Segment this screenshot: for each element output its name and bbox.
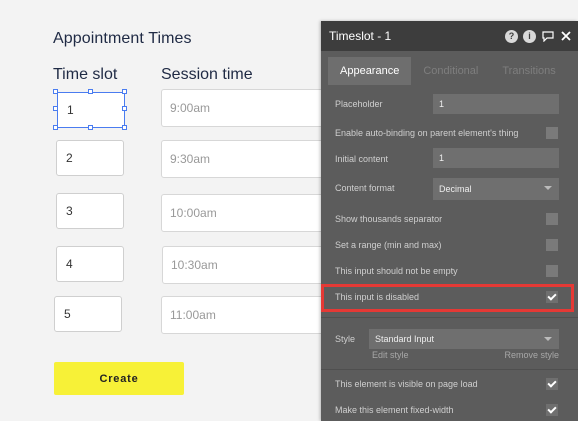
panel-tabs: Appearance Conditional Transitions (321, 51, 578, 85)
not-empty-checkbox[interactable] (546, 265, 558, 277)
comment-icon[interactable] (541, 30, 554, 43)
tab-conditional[interactable]: Conditional (411, 57, 490, 85)
thousands-label: Show thousands separator (335, 214, 443, 224)
not-empty-label: This input should not be empty (335, 266, 458, 276)
panel-header-icons: ? i (505, 29, 578, 43)
page-heading: Appointment Times (53, 30, 192, 47)
fixed-width-label: Make this element fixed-width (335, 405, 454, 415)
initial-content-value: 1 (439, 153, 445, 163)
session-time-value: 10:00am (170, 206, 217, 220)
tab-transitions[interactable]: Transitions (490, 57, 567, 85)
resize-handle-top-left[interactable] (53, 89, 58, 94)
time-slot-column-label: Time slot (53, 66, 118, 83)
resize-handle-bottom[interactable] (88, 125, 93, 130)
resize-handle-bottom-right[interactable] (122, 125, 127, 130)
close-icon[interactable] (559, 30, 572, 43)
autobinding-label: Enable auto-binding on parent element's … (335, 128, 519, 138)
resize-handle-top-right[interactable] (122, 89, 127, 94)
tab-appearance[interactable]: Appearance (328, 57, 412, 85)
timeslot-value: 3 (66, 204, 73, 218)
resize-handle-left[interactable] (53, 106, 58, 111)
range-checkbox[interactable] (546, 239, 558, 251)
autobinding-row: Enable auto-binding on parent element's … (321, 120, 578, 146)
section-divider (321, 369, 578, 370)
timeslot-input-2[interactable]: 2 (56, 140, 124, 176)
help-icon[interactable]: ? (505, 29, 518, 43)
resize-handle-top[interactable] (88, 89, 93, 94)
style-row: Style Standard Input (321, 327, 578, 351)
initial-content-input[interactable]: 1 (433, 148, 559, 168)
style-value: Standard Input (375, 334, 435, 344)
visible-on-load-label: This element is visible on page load (335, 379, 478, 389)
session-time-input-3[interactable]: 10:00am (161, 194, 331, 232)
session-time-value: 10:30am (171, 258, 218, 272)
panel-title: Timeslot - 1 (329, 29, 392, 43)
property-editor-panel: Timeslot - 1 ? i Appearance Conditional … (321, 21, 578, 421)
range-row: Set a range (min and max) (321, 232, 578, 258)
timeslot-value: 5 (64, 307, 71, 321)
session-time-column-label: Session time (161, 66, 253, 83)
content-format-value: Decimal (439, 184, 472, 194)
timeslot-value: 2 (66, 151, 73, 165)
checkmark-icon (547, 377, 557, 388)
fixed-width-checkbox[interactable] (546, 403, 558, 416)
placeholder-input[interactable]: 1 (433, 94, 559, 114)
create-button[interactable]: Create (54, 362, 184, 395)
session-time-input-4[interactable]: 10:30am (162, 246, 332, 284)
placeholder-row: Placeholder 1 (321, 91, 578, 117)
resize-handle-bottom-left[interactable] (53, 125, 58, 130)
session-time-input-1[interactable]: 9:00am (161, 89, 331, 127)
resize-handle-right[interactable] (122, 106, 127, 111)
session-time-input-2[interactable]: 9:30am (161, 140, 331, 178)
info-icon[interactable]: i (523, 29, 536, 43)
chevron-down-icon (544, 337, 552, 341)
chevron-down-icon (544, 186, 552, 190)
not-empty-row: This input should not be empty (321, 258, 578, 284)
style-label: Style (335, 334, 356, 344)
initial-content-row: Initial content 1 (321, 146, 578, 172)
visible-on-load-checkbox[interactable] (546, 377, 558, 390)
highlight-box (321, 284, 574, 312)
thousands-checkbox[interactable] (546, 213, 558, 225)
remove-style-link[interactable]: Remove style (504, 350, 559, 360)
range-label: Set a range (min and max) (335, 240, 442, 250)
timeslot-value: 1 (67, 103, 74, 117)
checkmark-icon (547, 403, 557, 414)
timeslot-input-1[interactable]: 1 (57, 92, 125, 128)
session-time-value: 9:30am (170, 152, 211, 166)
timeslot-value: 4 (66, 257, 73, 271)
timeslot-input-4[interactable]: 4 (56, 246, 124, 282)
section-divider (321, 317, 578, 318)
edit-style-link[interactable]: Edit style (372, 350, 409, 360)
style-select[interactable]: Standard Input (369, 329, 559, 349)
content-format-select[interactable]: Decimal (433, 178, 559, 200)
timeslot-input-3[interactable]: 3 (56, 193, 124, 229)
visible-on-load-row: This element is visible on page load (321, 371, 578, 397)
style-links: Edit style Remove style (372, 350, 559, 360)
panel-header[interactable]: Timeslot - 1 ? i (321, 21, 578, 51)
session-time-value: 11:00am (170, 308, 216, 322)
thousands-row: Show thousands separator (321, 206, 578, 232)
autobinding-checkbox[interactable] (546, 127, 558, 139)
timeslot-input-5[interactable]: 5 (54, 296, 122, 332)
session-time-input-5[interactable]: 11:00am (161, 296, 331, 334)
content-format-row: Content format Decimal (321, 175, 578, 201)
placeholder-value: 1 (439, 99, 445, 109)
session-time-value: 9:00am (170, 101, 211, 115)
fixed-width-row: Make this element fixed-width (321, 397, 578, 421)
